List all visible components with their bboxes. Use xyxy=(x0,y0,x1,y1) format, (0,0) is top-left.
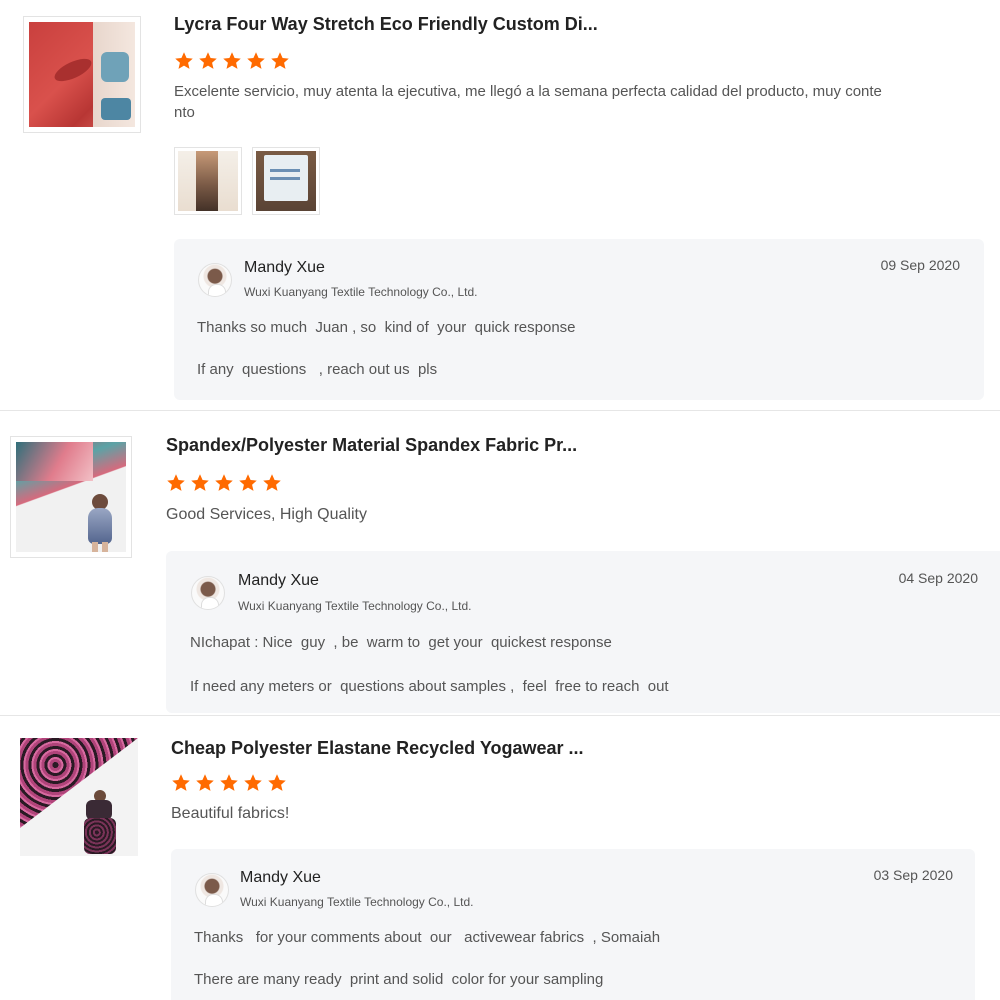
review-product-title[interactable]: Lycra Four Way Stretch Eco Friendly Cust… xyxy=(174,14,598,35)
avatar xyxy=(191,576,225,610)
star-icon xyxy=(175,52,193,69)
product-image xyxy=(29,22,135,127)
review-divider xyxy=(0,410,1000,411)
reply-text-line: NIchapat : Nice guy , be warm to get you… xyxy=(190,634,612,651)
star-icon xyxy=(247,52,265,69)
review-comment-line: nto xyxy=(174,104,195,121)
star-icon xyxy=(220,774,238,791)
review-comment-line: Good Services, High Quality xyxy=(166,506,367,523)
reply-text-line: If need any meters or questions about sa… xyxy=(190,678,669,695)
star-icon xyxy=(223,52,241,69)
reply-company-name: Wuxi Kuanyang Textile Technology Co., Lt… xyxy=(240,895,474,909)
star-icon xyxy=(199,52,217,69)
review-divider xyxy=(0,715,1000,716)
reply-author-name: Mandy Xue xyxy=(238,572,319,589)
reply-date: 04 Sep 2020 xyxy=(898,570,978,586)
review-photo[interactable] xyxy=(252,147,320,215)
review-product-title[interactable]: Cheap Polyester Elastane Recycled Yogawe… xyxy=(171,738,584,759)
review-photo-image xyxy=(256,151,316,211)
review-photos xyxy=(174,147,320,215)
reply-text-line: Thanks for your comments about our activ… xyxy=(194,929,661,946)
product-image xyxy=(16,442,126,552)
review-comment-line: Excelente servicio, muy atenta la ejecut… xyxy=(174,83,882,100)
star-icon xyxy=(172,774,190,791)
product-thumbnail[interactable] xyxy=(23,16,141,133)
review-comment-line: Beautiful fabrics! xyxy=(171,805,290,822)
reply-author-name: Mandy Xue xyxy=(240,869,321,886)
star-icon xyxy=(268,774,286,791)
review-photo[interactable] xyxy=(174,147,242,215)
rating-stars xyxy=(166,473,282,493)
product-thumbnail[interactable] xyxy=(10,436,132,558)
star-icon xyxy=(191,474,209,491)
star-icon xyxy=(196,774,214,791)
seller-reply: Mandy Xue Wuxi Kuanyang Textile Technolo… xyxy=(166,551,1000,713)
reply-text-line: Thanks so much Juan , so kind of your qu… xyxy=(197,319,576,336)
avatar xyxy=(198,263,232,297)
review-photo-image xyxy=(178,151,238,211)
reply-text-line: There are many ready print and solid col… xyxy=(194,971,604,988)
star-icon xyxy=(263,474,281,491)
reply-company-name: Wuxi Kuanyang Textile Technology Co., Lt… xyxy=(238,599,472,613)
reply-author-name: Mandy Xue xyxy=(244,259,325,276)
star-icon xyxy=(271,52,289,69)
seller-reply: Mandy Xue Wuxi Kuanyang Textile Technolo… xyxy=(171,849,975,1000)
star-icon xyxy=(239,474,257,491)
rating-stars xyxy=(174,51,290,71)
star-icon xyxy=(244,774,262,791)
rating-stars xyxy=(171,773,287,793)
avatar xyxy=(195,873,229,907)
star-icon xyxy=(215,474,233,491)
review-product-title[interactable]: Spandex/Polyester Material Spandex Fabri… xyxy=(166,435,577,456)
reply-text-line: If any questions , reach out us pls xyxy=(197,361,438,378)
seller-reply: Mandy Xue Wuxi Kuanyang Textile Technolo… xyxy=(174,239,984,400)
reply-date: 09 Sep 2020 xyxy=(880,257,960,273)
product-image xyxy=(20,738,138,856)
product-thumbnail[interactable] xyxy=(20,738,138,856)
reply-date: 03 Sep 2020 xyxy=(873,867,953,883)
star-icon xyxy=(167,474,185,491)
reply-company-name: Wuxi Kuanyang Textile Technology Co., Lt… xyxy=(244,285,478,299)
